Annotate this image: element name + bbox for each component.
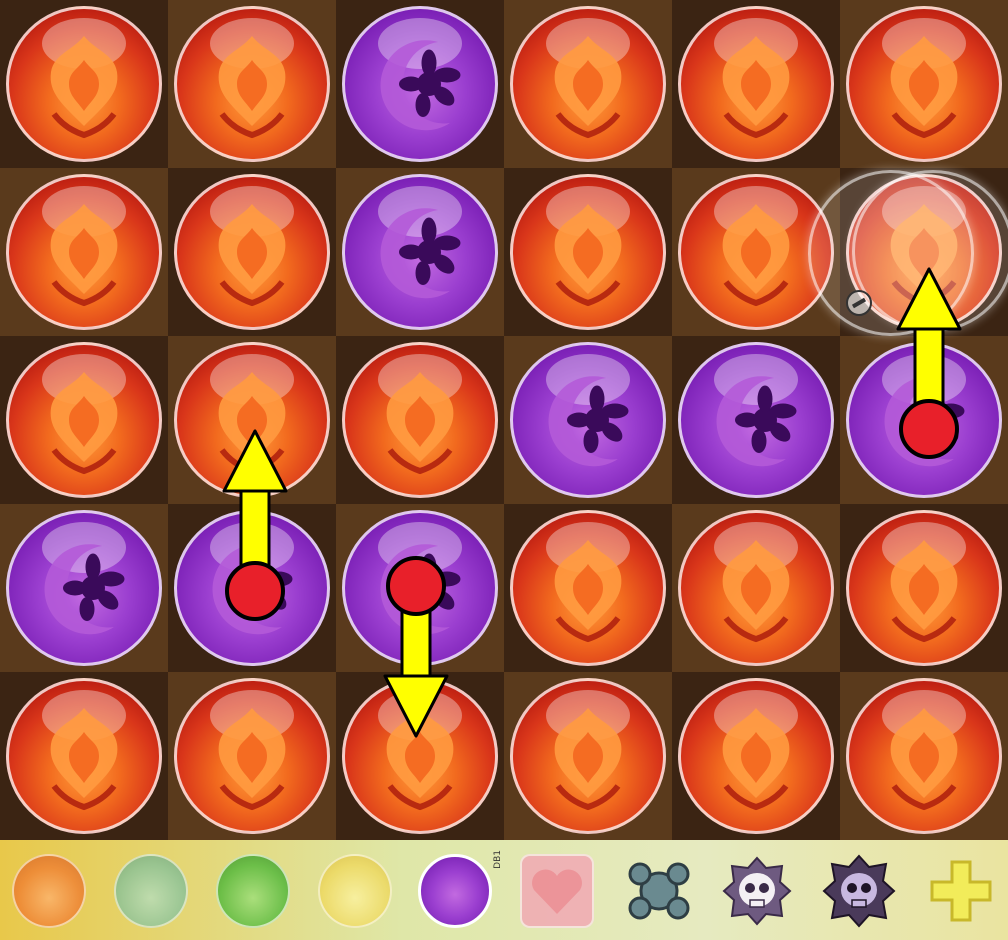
- fire-orb[interactable]: [846, 678, 1002, 834]
- board-cell[interactable]: [672, 0, 840, 168]
- no-entry-icon: [846, 290, 872, 316]
- mortal-poison-orb-icon[interactable]: [822, 854, 896, 928]
- jammer-orb-icon[interactable]: [622, 854, 696, 928]
- dark-orb[interactable]: [846, 342, 1002, 498]
- board-cell[interactable]: [672, 672, 840, 840]
- fire-symbol-icon: [218, 204, 286, 307]
- fire-symbol-icon: [386, 708, 454, 811]
- dark-symbol-icon: [212, 544, 293, 635]
- fire-orb[interactable]: [342, 342, 498, 498]
- board-cell[interactable]: [336, 504, 504, 672]
- fire-symbol-icon: [554, 540, 622, 643]
- dark-orb-icon[interactable]: [418, 854, 492, 928]
- fire-orb[interactable]: [174, 174, 330, 330]
- board-cell[interactable]: [840, 672, 1008, 840]
- fire-orb[interactable]: [174, 342, 330, 498]
- board-cell[interactable]: [168, 672, 336, 840]
- puzzle-board: [0, 0, 1008, 840]
- fire-orb[interactable]: [510, 510, 666, 666]
- board-cell[interactable]: [0, 672, 168, 840]
- fire-symbol-icon: [218, 372, 286, 475]
- board-cell[interactable]: [504, 336, 672, 504]
- orb-palette-toolbar: [0, 840, 1008, 940]
- fire-symbol-icon: [50, 36, 118, 139]
- fire-orb[interactable]: [342, 678, 498, 834]
- toolbar-tag: DB1: [493, 850, 503, 869]
- heart-orb-icon[interactable]: [520, 854, 594, 928]
- dark-orb[interactable]: [6, 510, 162, 666]
- board-cell[interactable]: [168, 504, 336, 672]
- dark-orb[interactable]: [342, 510, 498, 666]
- fire-symbol-icon: [218, 708, 286, 811]
- fire-orb[interactable]: [510, 174, 666, 330]
- fire-orb[interactable]: [6, 678, 162, 834]
- dark-symbol-icon: [380, 208, 461, 299]
- board-cell[interactable]: [336, 0, 504, 168]
- board-cell[interactable]: [168, 168, 336, 336]
- board-cell[interactable]: [0, 504, 168, 672]
- fire-orb[interactable]: [678, 678, 834, 834]
- board-cell[interactable]: [0, 168, 168, 336]
- fire-symbol-icon: [890, 36, 958, 139]
- fire-symbol-icon: [50, 372, 118, 475]
- fire-symbol-icon: [890, 540, 958, 643]
- board-cell[interactable]: [504, 168, 672, 336]
- dark-orb[interactable]: [174, 510, 330, 666]
- dark-symbol-icon: [716, 376, 797, 467]
- board-cell[interactable]: [336, 168, 504, 336]
- board-cell[interactable]: [672, 504, 840, 672]
- fire-orb[interactable]: [846, 510, 1002, 666]
- fire-symbol-icon: [50, 204, 118, 307]
- water-orb-icon[interactable]: [114, 854, 188, 928]
- board-cell[interactable]: [336, 336, 504, 504]
- fire-symbol-icon: [218, 36, 286, 139]
- fire-orb[interactable]: [6, 342, 162, 498]
- fire-orb[interactable]: [846, 6, 1002, 162]
- dark-symbol-icon: [380, 40, 461, 131]
- dark-orb[interactable]: [342, 174, 498, 330]
- fire-orb[interactable]: [678, 6, 834, 162]
- fire-symbol-icon: [554, 36, 622, 139]
- fire-orb[interactable]: [6, 6, 162, 162]
- fire-symbol-icon: [722, 540, 790, 643]
- fire-symbol-icon: [386, 372, 454, 475]
- fire-symbol-icon: [50, 708, 118, 811]
- plus-icon[interactable]: [924, 854, 998, 928]
- board-cell[interactable]: [504, 0, 672, 168]
- dark-symbol-icon: [44, 544, 125, 635]
- board-cell[interactable]: [0, 0, 168, 168]
- fire-symbol-icon: [554, 204, 622, 307]
- fire-symbol-icon: [554, 708, 622, 811]
- fire-orb[interactable]: [174, 6, 330, 162]
- board-cell[interactable]: [0, 336, 168, 504]
- board-cell[interactable]: [504, 672, 672, 840]
- fire-orb[interactable]: [174, 678, 330, 834]
- fire-symbol-icon: [890, 708, 958, 811]
- dark-orb[interactable]: [342, 6, 498, 162]
- fire-symbol-icon: [722, 36, 790, 139]
- light-orb-icon[interactable]: [318, 854, 392, 928]
- board-cell[interactable]: [672, 336, 840, 504]
- fire-orb[interactable]: [6, 174, 162, 330]
- dark-symbol-icon: [884, 376, 965, 467]
- wood-orb-icon[interactable]: [216, 854, 290, 928]
- fire-orb-icon[interactable]: [12, 854, 86, 928]
- board-cell[interactable]: [504, 504, 672, 672]
- poison-orb-icon[interactable]: [720, 854, 794, 928]
- fire-orb[interactable]: [510, 6, 666, 162]
- fire-orb[interactable]: [678, 510, 834, 666]
- board-cell[interactable]: [840, 0, 1008, 168]
- drag-ghost-orb: [852, 170, 1008, 332]
- board-cell[interactable]: [168, 336, 336, 504]
- dark-symbol-icon: [380, 544, 461, 635]
- board-cell[interactable]: [168, 0, 336, 168]
- dark-symbol-icon: [548, 376, 629, 467]
- fire-orb[interactable]: [510, 678, 666, 834]
- dark-orb[interactable]: [678, 342, 834, 498]
- board-cell[interactable]: [840, 336, 1008, 504]
- board-cell[interactable]: [840, 504, 1008, 672]
- board-cell[interactable]: [336, 672, 504, 840]
- dark-orb[interactable]: [510, 342, 666, 498]
- fire-symbol-icon: [722, 708, 790, 811]
